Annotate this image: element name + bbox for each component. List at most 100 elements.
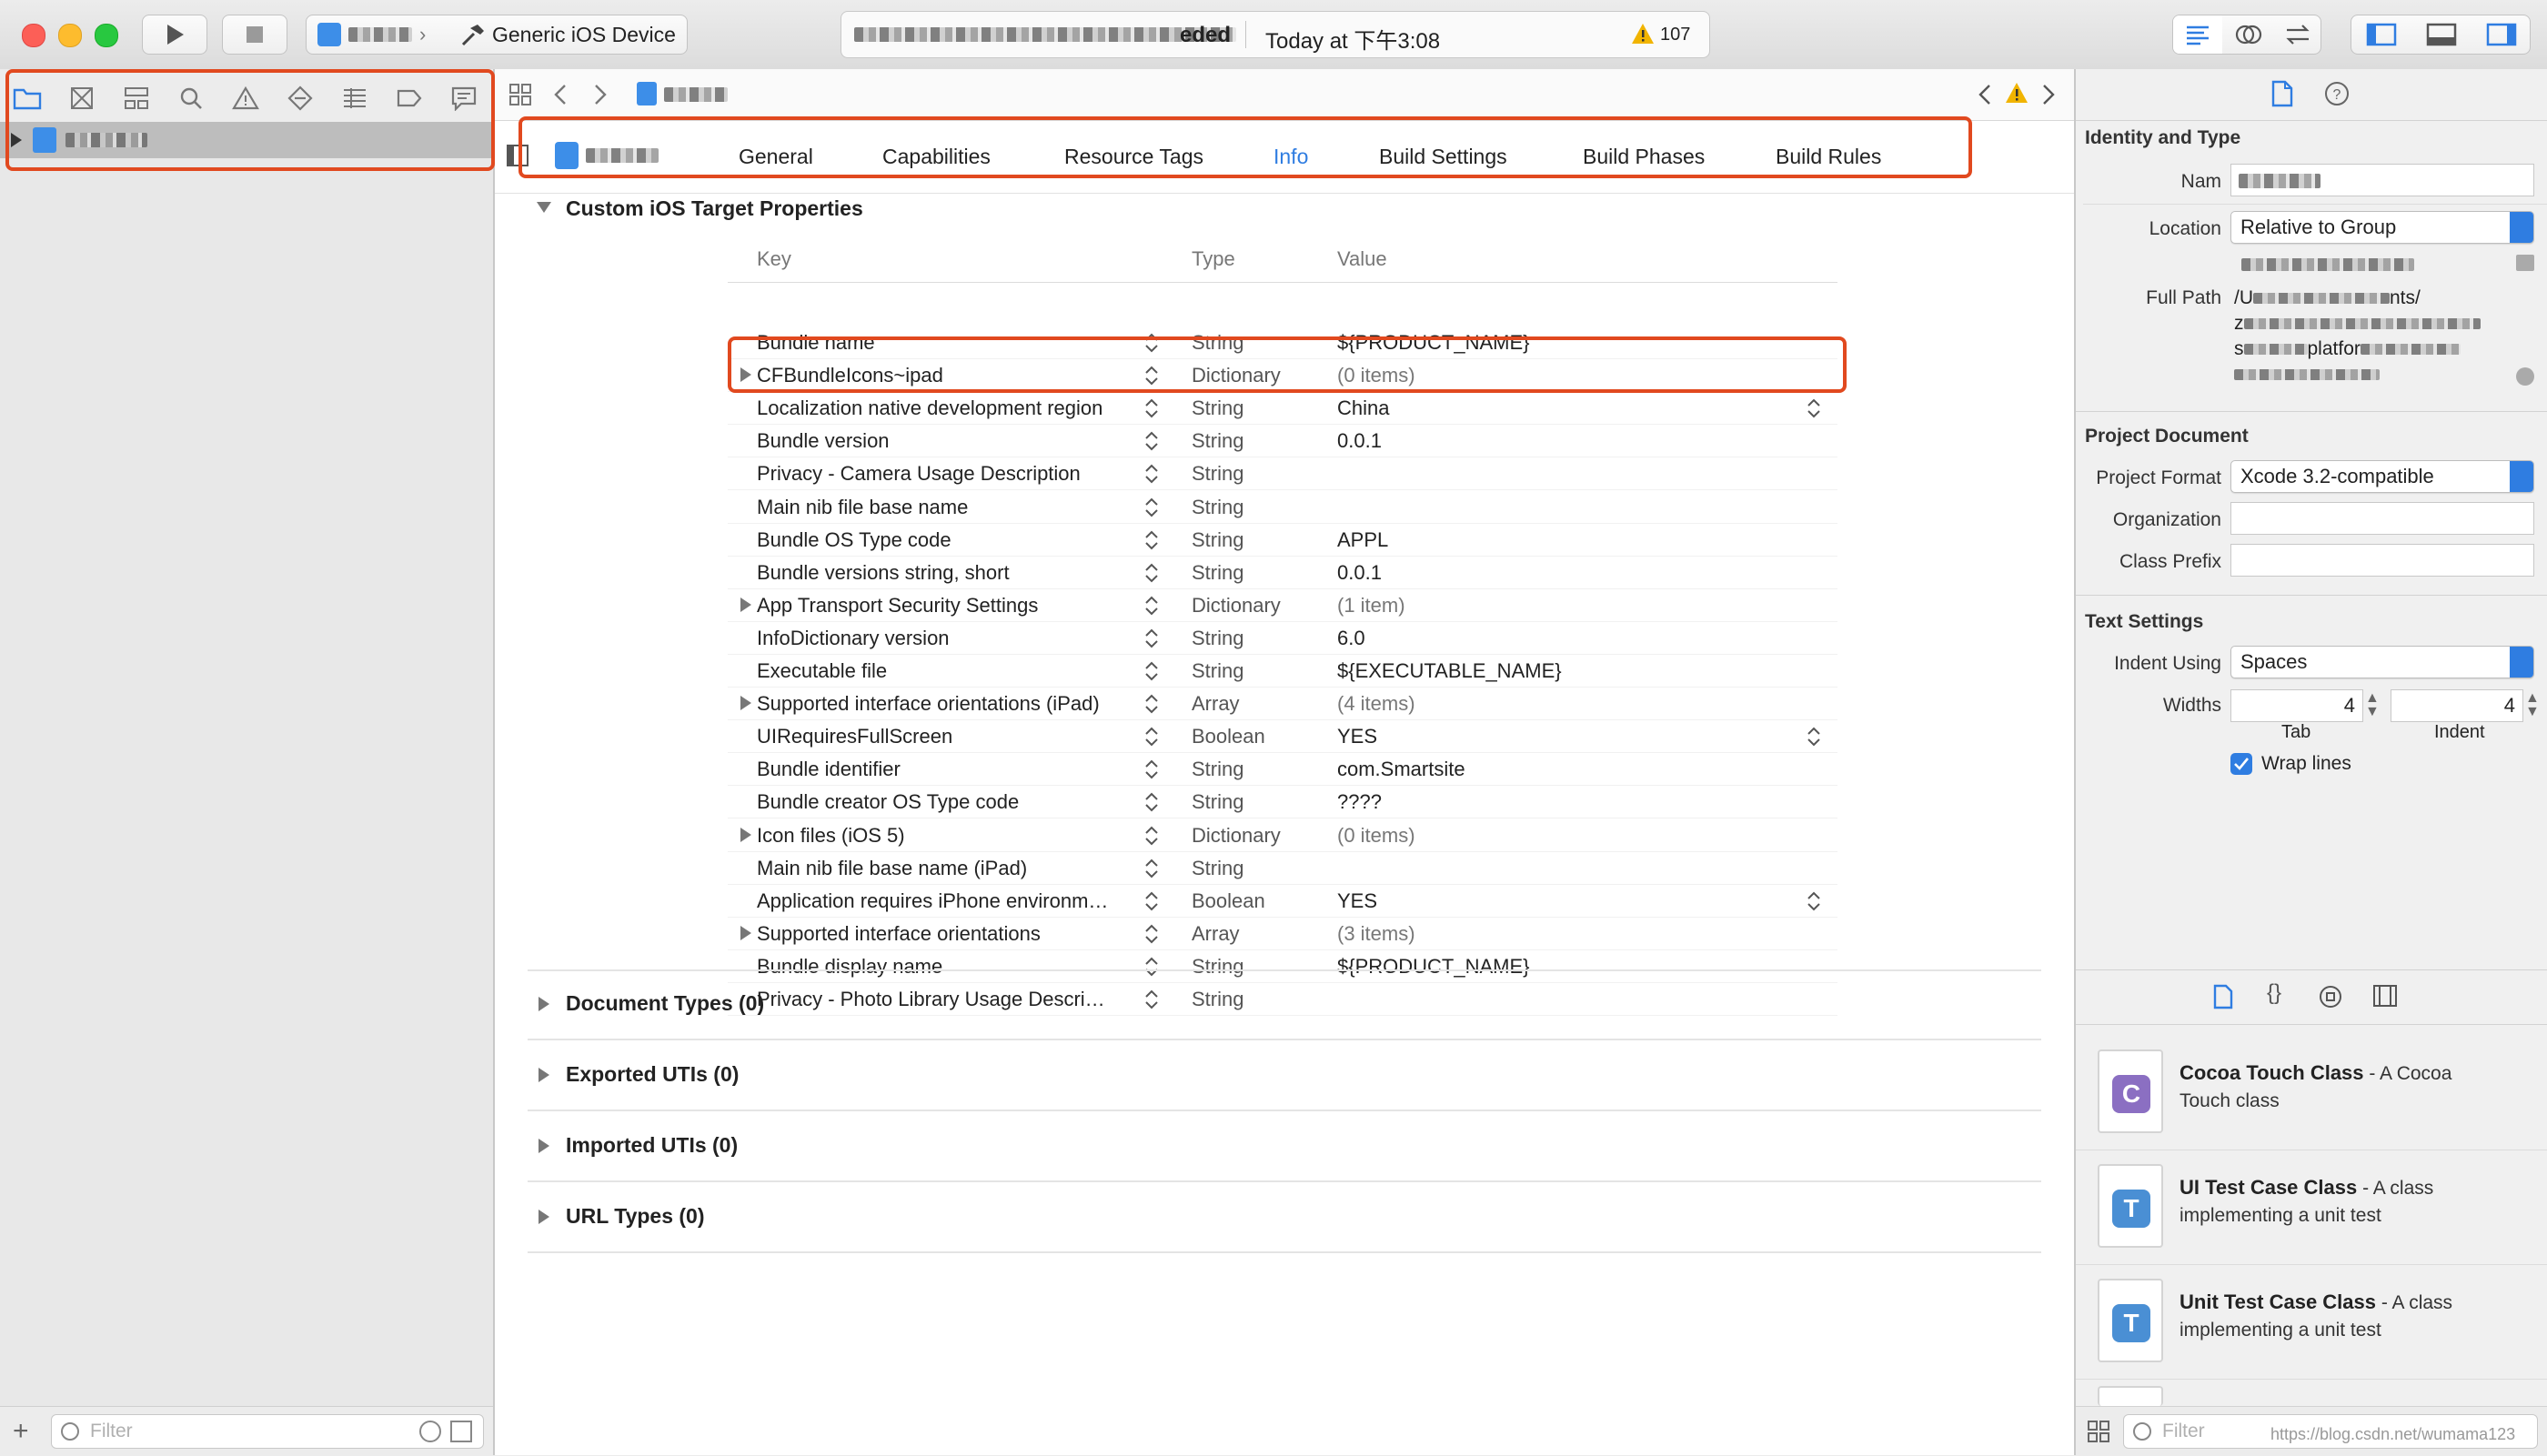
section-disclosure-icon[interactable] bbox=[539, 997, 549, 1011]
close-window-button[interactable] bbox=[22, 24, 45, 47]
key-stepper-icon[interactable] bbox=[1143, 857, 1161, 880]
object-library-icon[interactable] bbox=[2318, 984, 2343, 1009]
tab-width-field[interactable]: 4 bbox=[2230, 689, 2363, 722]
section-imported-utis[interactable]: Imported UTIs (0) bbox=[566, 1133, 738, 1158]
toggle-inspector-icon[interactable] bbox=[2471, 15, 2532, 54]
related-items-icon[interactable] bbox=[508, 82, 533, 107]
table-row[interactable]: Privacy - Photo Library Usage Descri… Str… bbox=[728, 982, 1837, 1016]
row-value[interactable]: ${PRODUCT_NAME} bbox=[1337, 955, 1530, 979]
section-disclosure-icon[interactable] bbox=[537, 202, 551, 213]
key-stepper-icon[interactable] bbox=[1143, 561, 1161, 585]
row-value[interactable]: YES bbox=[1337, 725, 1377, 748]
stop-button[interactable] bbox=[222, 15, 287, 55]
table-row[interactable]: Main nib file base name (iPad) String bbox=[728, 851, 1837, 885]
key-stepper-icon[interactable] bbox=[1143, 725, 1161, 748]
table-row[interactable]: UIRequiresFullScreen Boolean YES bbox=[728, 719, 1837, 754]
file-template-library-icon[interactable] bbox=[2212, 984, 2234, 1009]
quick-help-icon[interactable]: ? bbox=[2323, 80, 2351, 107]
add-icon[interactable]: + bbox=[13, 1416, 29, 1447]
row-value[interactable]: (0 items) bbox=[1337, 824, 1415, 848]
row-value[interactable]: 6.0 bbox=[1337, 627, 1365, 650]
list-item[interactable]: T UI Test Case Class - A class implementin… bbox=[2076, 1151, 2547, 1265]
key-stepper-icon[interactable] bbox=[1143, 594, 1161, 618]
table-row[interactable]: Application requires iPhone environm… Boo… bbox=[728, 884, 1837, 918]
key-stepper-icon[interactable] bbox=[1143, 988, 1161, 1011]
row-disclosure-icon[interactable] bbox=[740, 827, 751, 842]
previous-issue-icon[interactable] bbox=[1976, 82, 1994, 107]
location-popup[interactable]: Relative to Group bbox=[2230, 211, 2534, 244]
organization-field[interactable] bbox=[2230, 502, 2534, 535]
key-stepper-icon[interactable] bbox=[1143, 659, 1161, 683]
table-row[interactable]: Bundle version String 0.0.1 bbox=[728, 424, 1837, 458]
scheme-selector[interactable]: › Generic iOS Device bbox=[306, 15, 688, 55]
table-row[interactable]: Privacy - Camera Usage Description String bbox=[728, 457, 1837, 491]
next-issue-icon[interactable] bbox=[2039, 82, 2058, 107]
row-value[interactable]: ${EXECUTABLE_NAME} bbox=[1337, 659, 1562, 683]
breadcrumb[interactable] bbox=[664, 87, 728, 102]
table-row[interactable]: Supported interface orientations Array (3 … bbox=[728, 917, 1837, 950]
class-prefix-field[interactable] bbox=[2230, 544, 2534, 577]
row-value[interactable]: China bbox=[1337, 397, 1389, 420]
table-row[interactable]: Main nib file base name String bbox=[728, 490, 1837, 524]
key-stepper-icon[interactable] bbox=[1143, 496, 1161, 519]
list-item[interactable]: T Unit Test Case Class - A class implement… bbox=[2076, 1266, 2547, 1380]
key-stepper-icon[interactable] bbox=[1143, 462, 1161, 486]
project-format-popup[interactable]: Xcode 3.2-compatible bbox=[2230, 460, 2534, 493]
table-row[interactable]: Bundle versions string, short String 0.0.1 bbox=[728, 556, 1837, 589]
row-disclosure-icon[interactable] bbox=[740, 696, 751, 711]
row-disclosure-icon[interactable] bbox=[740, 597, 751, 612]
table-row[interactable]: Icon files (iOS 5) Dictionary (0 items) bbox=[728, 818, 1837, 852]
file-name-field[interactable] bbox=[2230, 164, 2534, 196]
key-stepper-icon[interactable] bbox=[1143, 922, 1161, 946]
minimize-window-button[interactable] bbox=[58, 24, 82, 47]
row-value[interactable]: (4 items) bbox=[1337, 692, 1415, 716]
toggle-navigator-icon[interactable] bbox=[2351, 15, 2411, 54]
choose-folder-icon[interactable] bbox=[2516, 255, 2534, 271]
media-library-icon[interactable] bbox=[2372, 984, 2398, 1008]
issue-warning-icon[interactable] bbox=[2005, 82, 2029, 104]
row-value[interactable]: ???? bbox=[1337, 790, 1382, 814]
row-value[interactable]: 0.0.1 bbox=[1337, 429, 1382, 453]
navigator-filter-input[interactable]: Filter bbox=[51, 1414, 484, 1449]
indent-width-field[interactable]: 4 bbox=[2391, 689, 2523, 722]
row-value[interactable]: YES bbox=[1337, 889, 1377, 913]
row-disclosure-icon[interactable] bbox=[740, 925, 751, 940]
grid-view-icon[interactable] bbox=[2087, 1420, 2110, 1443]
toggle-debug-area-icon[interactable] bbox=[2411, 15, 2471, 54]
row-value[interactable]: 0.0.1 bbox=[1337, 561, 1382, 585]
row-value[interactable]: APPL bbox=[1337, 528, 1388, 552]
reveal-in-finder-icon[interactable] bbox=[2516, 367, 2534, 386]
table-row[interactable]: Bundle identifier String com.Smartsite bbox=[728, 752, 1837, 787]
file-inspector-icon[interactable] bbox=[2270, 80, 2294, 107]
section-disclosure-icon[interactable] bbox=[539, 1210, 549, 1224]
recent-files-icon[interactable] bbox=[419, 1421, 441, 1442]
indent-using-popup[interactable]: Spaces bbox=[2230, 646, 2534, 678]
row-value[interactable]: com.Smartsite bbox=[1337, 758, 1465, 781]
run-button[interactable] bbox=[142, 15, 207, 55]
back-arrow-icon[interactable] bbox=[551, 82, 569, 107]
section-document-types[interactable]: Document Types (0) bbox=[566, 991, 764, 1016]
assistant-editor-icon[interactable] bbox=[2224, 15, 2273, 54]
value-popup-icon[interactable] bbox=[1805, 725, 1823, 748]
source-control-filter-icon[interactable] bbox=[450, 1421, 472, 1442]
key-stepper-icon[interactable] bbox=[1143, 790, 1161, 814]
table-row[interactable]: Localization native development region St… bbox=[728, 391, 1837, 426]
key-stepper-icon[interactable] bbox=[1143, 692, 1161, 716]
standard-editor-icon[interactable] bbox=[2173, 15, 2222, 54]
row-value[interactable]: (1 item) bbox=[1337, 594, 1405, 618]
breadcrumb-project-icon[interactable] bbox=[637, 82, 657, 105]
key-stepper-icon[interactable] bbox=[1143, 955, 1161, 979]
forward-arrow-icon[interactable] bbox=[591, 82, 609, 107]
table-row[interactable]: Bundle creator OS Type code String???? bbox=[728, 785, 1837, 819]
table-row[interactable]: App Transport Security Settings Dictionar… bbox=[728, 588, 1837, 622]
row-value[interactable]: (3 items) bbox=[1337, 922, 1415, 946]
key-stepper-icon[interactable] bbox=[1143, 397, 1161, 420]
key-stepper-icon[interactable] bbox=[1143, 528, 1161, 552]
key-stepper-icon[interactable] bbox=[1143, 758, 1161, 781]
key-stepper-icon[interactable] bbox=[1143, 889, 1161, 913]
wrap-lines-checkbox[interactable] bbox=[2230, 753, 2252, 775]
list-item[interactable]: C Cocoa Touch Class - A Cocoa Touch class bbox=[2076, 1037, 2547, 1150]
value-popup-icon[interactable] bbox=[1805, 889, 1823, 913]
section-disclosure-icon[interactable] bbox=[539, 1139, 549, 1153]
table-row[interactable]: Bundle OS Type code String APPL bbox=[728, 523, 1837, 557]
